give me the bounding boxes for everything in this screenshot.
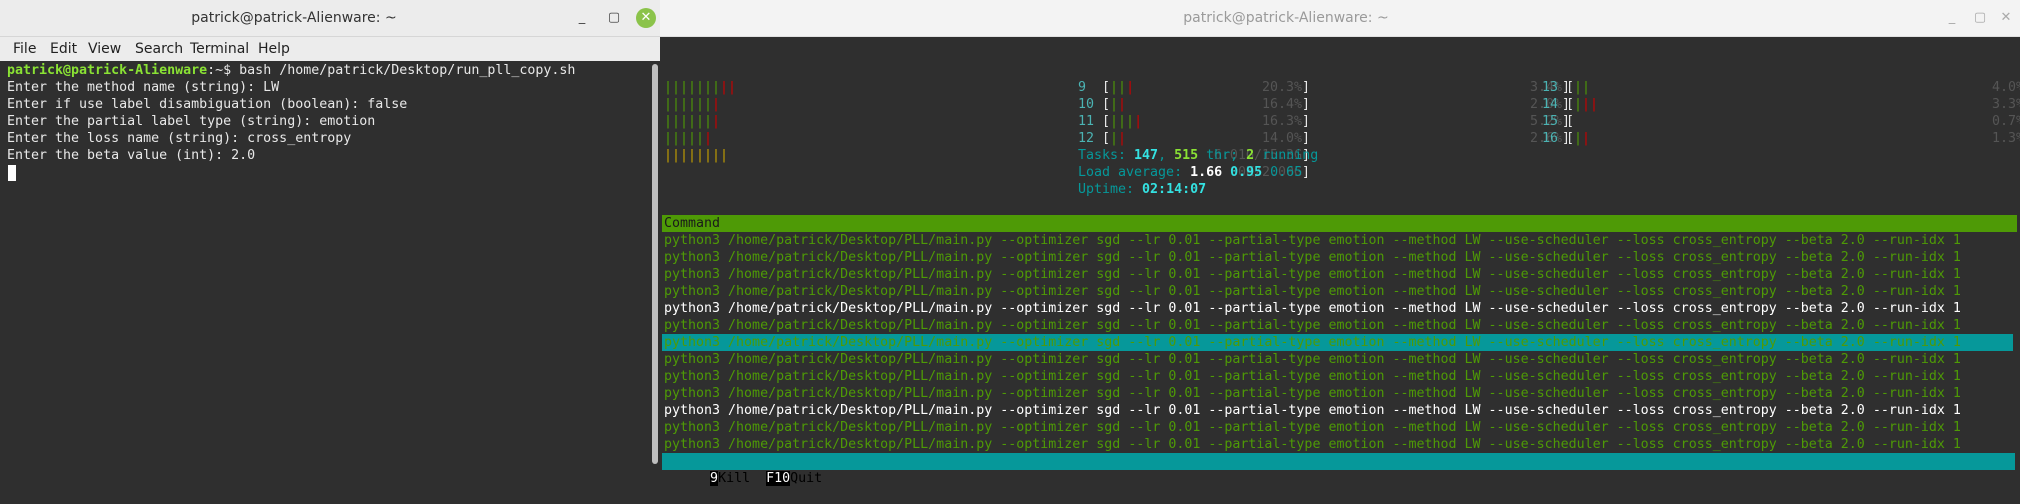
- prompt-suffix: :~$: [207, 63, 240, 78]
- cpu-meter: 14 [|||: [1542, 97, 1599, 112]
- menu-help[interactable]: Help: [258, 37, 290, 61]
- cpu-meter: |||||||||: [664, 80, 737, 95]
- menu-search[interactable]: Search: [135, 37, 183, 61]
- cpu-percent: 3.4%]: [1529, 80, 1570, 95]
- process-row[interactable]: python3 /home/patrick/Desktop/PLL/main.p…: [664, 317, 1961, 334]
- cpu-percent: 0.7%]: [1991, 114, 2020, 129]
- cpu-meter: 9 [|||: [1078, 80, 1135, 95]
- f9-kill-button[interactable]: 9Kill: [710, 471, 766, 486]
- column-header-command[interactable]: Command: [662, 215, 2017, 232]
- cpu-meter: 12 [||: [1078, 131, 1127, 146]
- cpu-meter: 11 [||||: [1078, 114, 1143, 129]
- text-cursor: [8, 165, 16, 181]
- cpu-meter: |||||||: [664, 114, 721, 129]
- cpu-percent: 16.4%]: [1261, 97, 1310, 112]
- process-row[interactable]: python3 /home/patrick/Desktop/PLL/main.p…: [664, 419, 1961, 436]
- prompt-line: patrick@patrick-Alienware:~$ bash /home/…: [7, 62, 575, 79]
- close-icon[interactable]: ✕: [636, 8, 656, 28]
- process-row[interactable]: python3 /home/patrick/Desktop/PLL/main.p…: [664, 351, 1961, 368]
- cpu-meter: ||||||: [664, 131, 713, 146]
- process-row[interactable]: python3 /home/patrick/Desktop/PLL/main.p…: [664, 232, 1961, 249]
- cpu-percent: 5.2%]: [1529, 114, 1570, 129]
- window-title: patrick@patrick-Alienware: ~: [191, 10, 397, 26]
- uptime-line: Uptime: 02:14:07: [1078, 182, 1207, 197]
- process-row-selected[interactable]: python3 /home/patrick/Desktop/PLL/main.p…: [662, 334, 2013, 351]
- menu-terminal[interactable]: Terminal: [190, 37, 249, 61]
- minimize-icon[interactable]: _: [1942, 8, 1962, 28]
- process-row[interactable]: python3 /home/patrick/Desktop/PLL/main.p…: [664, 266, 1961, 283]
- menu-file[interactable]: File: [13, 37, 36, 61]
- terminal-window-right: patrick@patrick-Alienware: ~ _ ▢ ✕ |||||…: [660, 0, 2020, 486]
- cpu-percent: 2.6%]: [1529, 131, 1570, 146]
- scrollbar[interactable]: [652, 64, 658, 464]
- maximize-icon[interactable]: ▢: [1970, 8, 1990, 28]
- output-line: Enter if use label disambiguation (boole…: [7, 97, 408, 112]
- process-row[interactable]: python3 /home/patrick/Desktop/PLL/main.p…: [664, 436, 1961, 453]
- cpu-percent: 2.0%]: [1529, 97, 1570, 112]
- command-text: bash /home/patrick/Desktop/run_pll_copy.…: [239, 63, 576, 78]
- f10-quit-button[interactable]: F10Quit: [766, 471, 822, 486]
- cpu-meter: 15 [: [1542, 114, 1575, 129]
- cpu-percent: 20.3%]: [1261, 80, 1310, 95]
- process-row[interactable]: python3 /home/patrick/Desktop/PLL/main.p…: [664, 300, 1961, 317]
- output-line: Enter the method name (string): LW: [7, 80, 280, 95]
- htop-view[interactable]: ||||||||| 20.3%] ||||||| 16.4%] ||||||| …: [660, 61, 2020, 486]
- mem-meter: ||||||||: [664, 148, 729, 163]
- process-row[interactable]: python3 /home/patrick/Desktop/PLL/main.p…: [664, 368, 1961, 385]
- process-row[interactable]: python3 /home/patrick/Desktop/PLL/main.p…: [664, 385, 1961, 402]
- terminal-window-left: patrick@patrick-Alienware: ~ _ ▢ ✕ File …: [0, 0, 660, 470]
- cpu-percent: 16.3%]: [1261, 114, 1310, 129]
- cpu-percent: 4.0%]: [1991, 80, 2020, 95]
- menubar: File Edit View Search Terminal Help: [0, 37, 660, 61]
- tasks-line: Tasks: 147, 515 thr; 2 running: [1078, 148, 1319, 163]
- process-row[interactable]: python3 /home/patrick/Desktop/PLL/main.p…: [664, 249, 1961, 266]
- process-row[interactable]: python3 /home/patrick/Desktop/PLL/main.p…: [664, 283, 1961, 300]
- cpu-meter: |||||||: [664, 97, 721, 112]
- output-line: Enter the loss name (string): cross_entr…: [7, 131, 352, 146]
- terminal-output[interactable]: patrick@patrick-Alienware:~$ bash /home/…: [0, 61, 648, 470]
- cpu-meter: 16 [||: [1542, 131, 1591, 146]
- close-icon[interactable]: ✕: [1996, 8, 2016, 28]
- cpu-meter: 10 [||: [1078, 97, 1127, 112]
- window-titlebar[interactable]: patrick@patrick-Alienware: ~ _ ▢ ✕: [0, 0, 660, 37]
- function-key-bar: 9Kill F10Quit: [662, 453, 2015, 486]
- load-average-line: Load average: 1.66 0.95 0.65: [1078, 165, 1303, 180]
- cpu-meter: 13 [||: [1542, 80, 1591, 95]
- output-line: Enter the beta value (int): 2.0: [7, 148, 256, 163]
- process-row[interactable]: python3 /home/patrick/Desktop/PLL/main.p…: [664, 402, 1961, 419]
- menu-edit[interactable]: Edit: [50, 37, 77, 61]
- prompt-user-host: patrick@patrick-Alienware: [7, 63, 208, 78]
- minimize-icon[interactable]: _: [572, 8, 592, 28]
- window-titlebar[interactable]: patrick@patrick-Alienware: ~ _ ▢ ✕: [660, 0, 2020, 37]
- menu-view[interactable]: View: [88, 37, 121, 61]
- cpu-percent: 1.3%]: [1991, 131, 2020, 146]
- cpu-percent: 14.0%]: [1261, 131, 1310, 146]
- window-title: patrick@patrick-Alienware: ~: [1183, 10, 1389, 26]
- output-line: Enter the partial label type (string): e…: [7, 114, 376, 129]
- maximize-icon[interactable]: ▢: [604, 8, 624, 28]
- cpu-percent: 3.3%]: [1991, 97, 2020, 112]
